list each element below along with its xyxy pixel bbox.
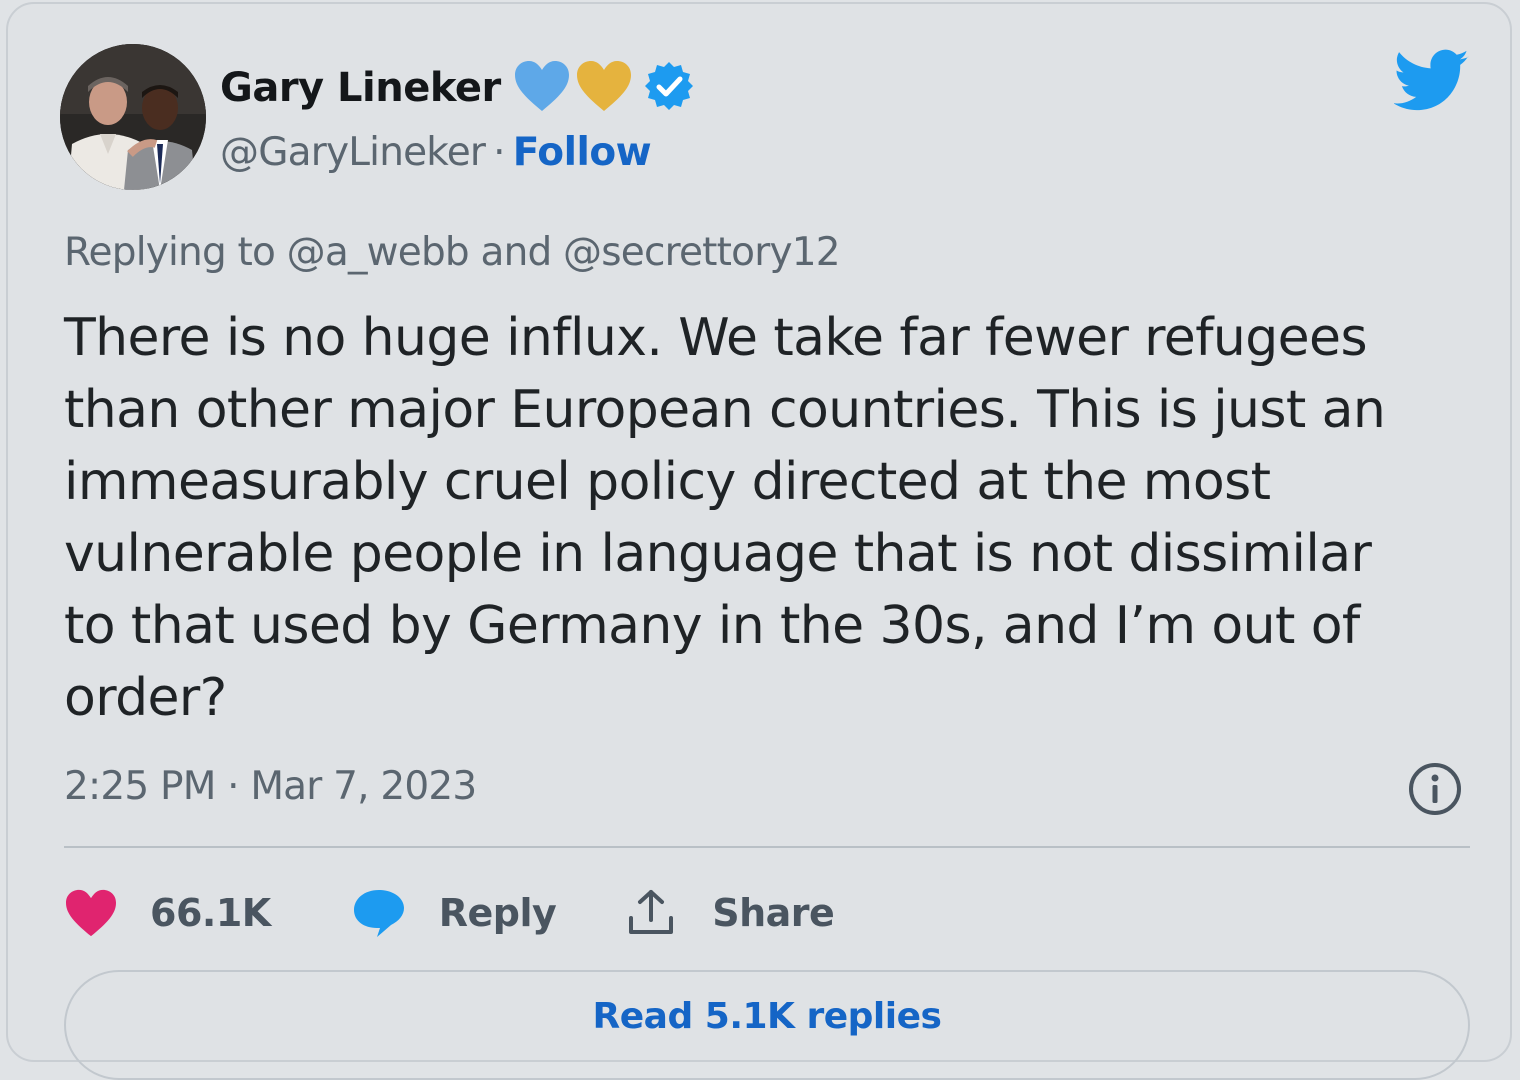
share-button[interactable]: Share	[626, 888, 835, 938]
tweet-card: Gary Lineker @GaryLineker · Follow Reply…	[6, 2, 1512, 1080]
tweet-text: There is no huge influx. We take far few…	[64, 308, 1386, 728]
verified-badge-icon	[643, 60, 695, 116]
author-handle-row: @GaryLineker · Follow	[220, 124, 652, 180]
reply-bubble-icon	[351, 887, 407, 939]
author-name-row: Gary Lineker	[220, 60, 695, 116]
blue-heart-icon	[513, 59, 571, 117]
divider	[64, 846, 1470, 848]
avatar-photo	[60, 44, 206, 190]
info-icon[interactable]	[1406, 760, 1464, 818]
reply-context[interactable]: Replying to @a_webb and @secrettory12	[64, 230, 841, 275]
read-replies-button[interactable]: Read 5.1K replies	[64, 970, 1470, 1080]
twitter-bird-icon[interactable]	[1393, 48, 1470, 114]
tweet-actions: 66.1K Reply Share	[64, 878, 835, 948]
author-handle[interactable]: @GaryLineker	[220, 130, 486, 175]
tweet-timestamp[interactable]: 2:25 PM · Mar 7, 2023	[64, 764, 477, 809]
reply-button[interactable]: Reply	[351, 887, 627, 939]
follow-button[interactable]: Follow	[513, 130, 652, 175]
reply-label: Reply	[438, 891, 557, 935]
author-name[interactable]: Gary Lineker	[220, 65, 501, 111]
avatar[interactable]	[60, 44, 206, 190]
like-count: 66.1K	[150, 891, 271, 935]
yellow-heart-icon	[575, 59, 633, 117]
handle-separator: ·	[493, 129, 505, 175]
heart-icon	[64, 888, 118, 938]
share-upload-icon	[626, 888, 676, 938]
like-button[interactable]: 66.1K	[64, 888, 351, 938]
share-label: Share	[712, 891, 835, 935]
